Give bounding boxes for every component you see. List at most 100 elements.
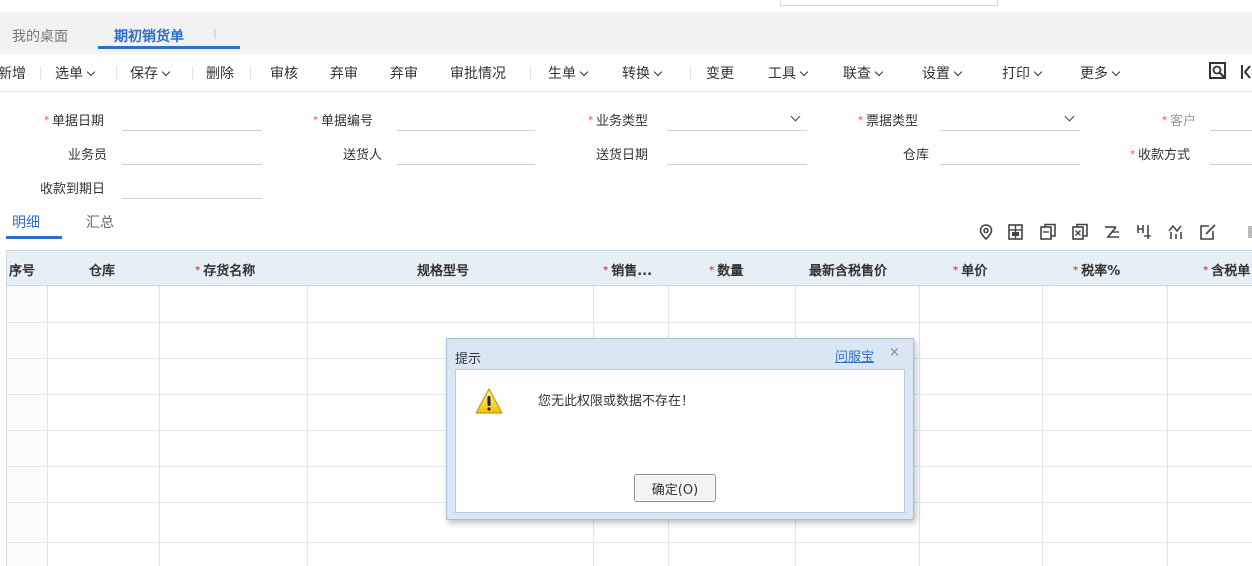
form-label-bill-number: * 单据编号 — [313, 114, 374, 129]
toolbar-separator — [192, 66, 193, 80]
form-label-salesperson: 业务员 — [68, 148, 108, 163]
warehouse-input[interactable] — [940, 164, 1080, 165]
chevron-down-icon[interactable] — [790, 111, 801, 122]
receipt-type-select[interactable] — [940, 130, 1080, 131]
toolbar-separator — [250, 66, 251, 80]
toolbar-generate-button[interactable]: 生单 — [548, 63, 589, 83]
warning-icon — [475, 388, 503, 414]
row-number-column — [7, 286, 47, 566]
toolbar-save-button[interactable]: 保存 — [130, 63, 171, 83]
location-icon[interactable] — [976, 222, 996, 242]
tab-detail[interactable]: 明细 — [12, 212, 40, 232]
top-search-box[interactable] — [780, 0, 998, 6]
first-page-icon[interactable] — [1240, 63, 1252, 81]
form-label-deliverer: 送货人 — [343, 148, 383, 163]
top-strip — [0, 0, 1252, 12]
tab-bar: 我的桌面 期初销货单 — [0, 12, 1252, 54]
batch-icon[interactable] — [1102, 222, 1122, 242]
toolbar-approval-status-button[interactable]: 审批情况 — [450, 63, 506, 83]
chevron-down-icon — [1033, 67, 1043, 77]
tab-close-icon[interactable] — [214, 29, 222, 39]
toolbar-unaudit-button-2[interactable]: 弃审 — [390, 63, 418, 83]
column-header-quantity[interactable]: * 数量 — [709, 260, 743, 279]
form-label-payment-method: * 收款方式 — [1130, 148, 1191, 163]
search-doc-icon[interactable] — [1208, 61, 1228, 81]
table-row[interactable] — [7, 322, 1252, 323]
delete-row-icon[interactable] — [1070, 222, 1090, 242]
tab-active-underline — [98, 46, 240, 49]
form-label-receipt-type: * 票据类型 — [858, 114, 919, 129]
column-header-tax-rate[interactable]: * 税率% — [1073, 260, 1120, 279]
tab-summary[interactable]: 汇总 — [86, 212, 114, 232]
grid-toolbar — [976, 222, 1252, 244]
grid-column-divider — [307, 286, 308, 566]
business-type-select[interactable] — [667, 130, 807, 131]
dialog-body: 您无此权限或数据不存在！ 确定(O) — [455, 369, 905, 513]
deliverer-input[interactable] — [397, 164, 535, 165]
more-icon[interactable] — [1230, 222, 1252, 242]
toolbar-select-button[interactable]: 选单 — [55, 63, 96, 83]
column-header-unit-price[interactable]: * 单价 — [953, 260, 987, 279]
bill-date-input[interactable] — [122, 130, 262, 131]
salesperson-input[interactable] — [122, 164, 262, 165]
toolbar-settings-button[interactable]: 设置 — [922, 63, 963, 83]
dialog-title: 提示 — [455, 352, 482, 367]
payment-method-input[interactable] — [1210, 164, 1252, 165]
chart-icon[interactable] — [1166, 222, 1186, 242]
payment-due-date-input[interactable] — [122, 198, 262, 199]
bill-number-input[interactable] — [397, 130, 535, 131]
customer-input[interactable] — [1210, 130, 1252, 131]
chevron-down-icon — [799, 67, 809, 77]
grid-column-divider — [919, 286, 920, 566]
toolbar-delete-button[interactable]: 删除 — [206, 63, 234, 83]
toolbar-separator — [116, 66, 117, 80]
alert-dialog: 提示 问服宝 × 您无此权限或数据不存在！ 确定(O) — [446, 338, 914, 520]
column-header-spec[interactable]: 规格型号 — [417, 260, 469, 279]
chevron-down-icon — [874, 67, 884, 77]
insert-row-icon[interactable] — [1006, 222, 1026, 242]
toolbar: 新增 选单 保存 删除 审核 弃审 弃审 审批情况 生单 转换 变更 工具 联查… — [0, 54, 1252, 92]
form-label-customer: * 客户 — [1162, 114, 1197, 129]
form-label-warehouse: 仓库 — [903, 148, 930, 163]
toolbar-more-button[interactable]: 更多 — [1080, 63, 1121, 83]
form-label-business-type: * 业务类型 — [588, 114, 649, 129]
dialog-help-link[interactable]: 问服宝 — [835, 346, 874, 365]
toolbar-unaudit-button[interactable]: 弃审 — [330, 63, 358, 83]
toolbar-separator — [530, 66, 531, 80]
column-header-seq[interactable]: 序号 — [9, 260, 35, 279]
ok-button[interactable]: 确定(O) — [634, 474, 716, 502]
grid-column-divider — [159, 286, 160, 566]
toolbar-print-button[interactable]: 打印 — [1002, 63, 1043, 83]
toolbar-audit-button[interactable]: 审核 — [270, 63, 298, 83]
toolbar-change-button[interactable]: 变更 — [706, 63, 734, 83]
toolbar-separator — [690, 66, 691, 80]
chevron-down-icon[interactable] — [1064, 111, 1075, 122]
chevron-down-icon — [653, 67, 663, 77]
column-header-warehouse[interactable]: 仓库 — [89, 260, 115, 279]
delivery-date-input[interactable] — [667, 164, 807, 165]
tab-home[interactable]: 我的桌面 — [12, 26, 68, 46]
chevron-down-icon — [161, 67, 171, 77]
table-row[interactable] — [7, 542, 1252, 543]
grid-column-divider — [47, 286, 48, 566]
column-header-latest-price[interactable]: 最新含税售价 — [809, 260, 887, 279]
close-icon[interactable]: × — [889, 345, 900, 360]
form-label-delivery-date: 送货日期 — [596, 148, 649, 163]
form-label-payment-due-date: 收款到期日 — [40, 182, 106, 197]
copy-row-icon[interactable] — [1038, 222, 1058, 242]
chevron-down-icon — [953, 67, 963, 77]
column-header-sales-unit[interactable]: * 销售... — [603, 260, 652, 279]
column-header-item-name[interactable]: * 存货名称 — [195, 260, 255, 279]
form-label-bill-date: * 单据日期 — [44, 114, 105, 129]
toolbar-convert-button[interactable]: 转换 — [622, 63, 663, 83]
toolbar-new-button[interactable]: 新增 — [0, 63, 26, 83]
split-icon[interactable] — [1134, 222, 1154, 242]
toolbar-tools-button[interactable]: 工具 — [768, 63, 809, 83]
grid-column-divider — [1167, 286, 1168, 566]
dialog-message: 您无此权限或数据不存在！ — [538, 394, 695, 409]
edit-icon[interactable] — [1198, 222, 1218, 242]
grid-column-divider — [1042, 286, 1043, 566]
tab-active[interactable]: 期初销货单 — [114, 26, 184, 46]
toolbar-query-button[interactable]: 联查 — [843, 63, 884, 83]
column-header-tax-inclusive-price[interactable]: * 含税单 — [1203, 260, 1250, 279]
